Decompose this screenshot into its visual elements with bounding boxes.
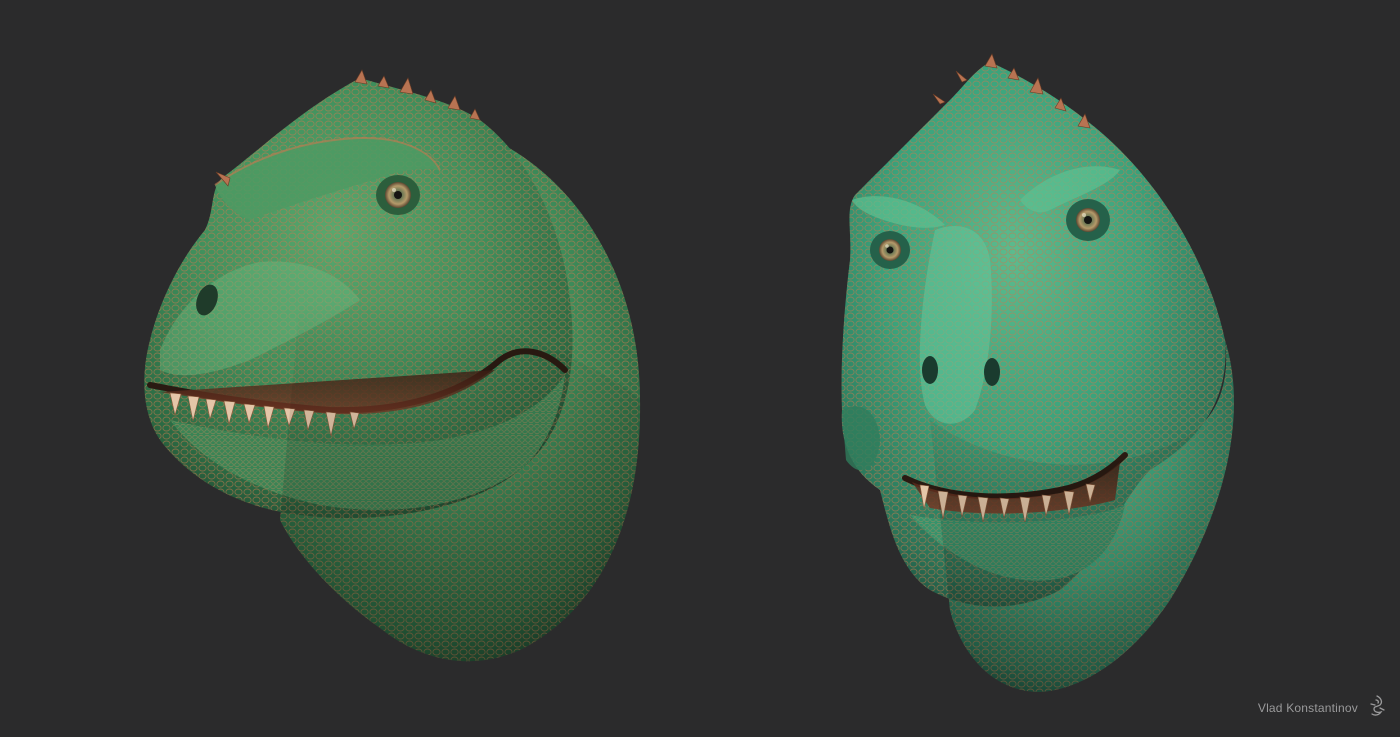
artist-name: Vlad Konstantinov (1257, 700, 1358, 715)
trex-head-front-view (841, 53, 1234, 692)
trex-head-three-quarter-view (144, 69, 641, 662)
dragon-signature-icon (1368, 694, 1386, 721)
artist-signature: Vlad Konstantinov (1258, 694, 1386, 721)
render-canvas: Vlad Konstantinov (0, 0, 1400, 737)
dinosaur-renders (144, 53, 1234, 692)
